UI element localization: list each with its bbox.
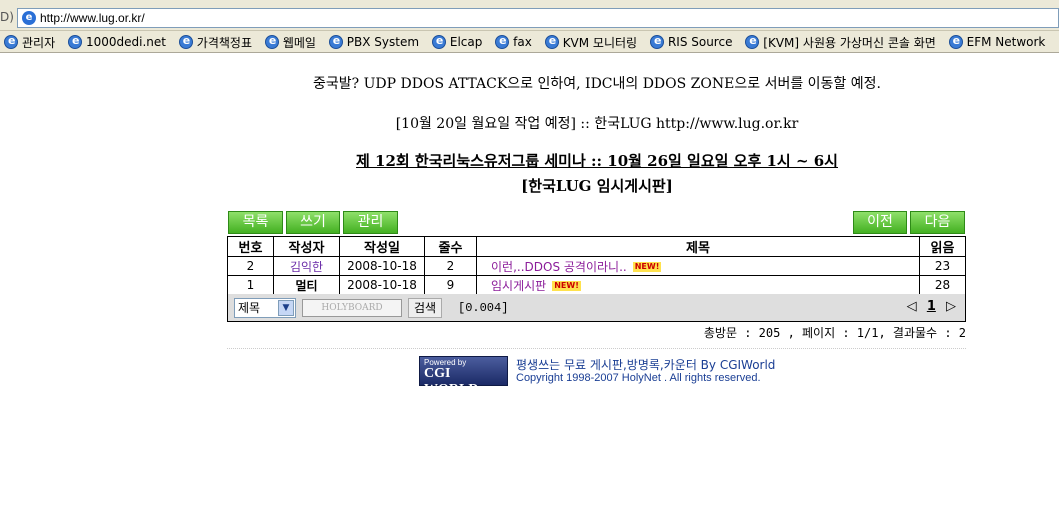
url-text: http://www.lug.or.kr/ [40,11,145,25]
link-item[interactable]: fax [491,31,537,52]
cell-replies: 9 [424,275,477,295]
pager-current-page[interactable]: 1 [927,299,936,314]
link-item[interactable]: Elcap [428,31,487,52]
header-date: 작성일 [339,236,425,257]
visit-stats: 총방문 : 205 , 페이지 : 1/1, 결과물수 : 2 [703,326,966,340]
address-label: D) [0,10,14,24]
table-header: 번호 작성자 작성일 줄수 제목 읽음 [227,236,966,257]
footer-promo-link[interactable]: 평생쓰는 무료 게시판,방명록,카운터 By CGIWorld [516,356,775,373]
writer-link[interactable]: 김익한 [290,260,323,274]
new-badge: NEW! [632,262,662,272]
new-badge: NEW! [552,281,581,291]
link-label: PBX System [346,35,420,49]
link-label: EFM Network [966,35,1046,49]
post-title-link[interactable]: 이런,..DDOS 공격이라니.. [491,260,627,274]
ie-link-icon [948,34,963,49]
link-item[interactable]: 관리자 [0,31,60,52]
header-no: 번호 [227,236,274,257]
link-label: 가격책정표 [196,35,252,50]
logo-brand-text: CGI WORLD [424,366,479,397]
ie-link-icon [649,34,664,49]
ie-link-icon [264,34,279,49]
link-item[interactable]: RIS Source [646,31,738,52]
link-label: fax [513,35,532,49]
url-input[interactable]: e http://www.lug.or.kr/ [17,8,1059,28]
admin-button[interactable]: 관리 [343,211,398,234]
ie-link-icon [4,34,18,49]
cell-title[interactable]: 임시게시판 NEW! [476,275,920,295]
pagination: ◁ 1 ▷ [904,299,959,314]
link-label: [KVM] 사원용 가상머신 콘솔 화면 [763,35,936,50]
post-title-link[interactable]: 임시게시판 [491,279,546,293]
cell-date: 2008-10-18 [339,256,425,276]
table-row: 1 멀티 2008-10-18 9 임시게시판 NEW! 28 [227,275,966,295]
search-field-select[interactable]: 제목 ▼ [234,298,296,318]
cell-no: 2 [227,256,274,276]
cgiworld-logo[interactable]: Powered by CGI WORLD [419,356,508,397]
write-button[interactable]: 쓰기 [286,211,340,234]
pager-next-icon[interactable]: ▷ [946,299,956,314]
pager-prev-icon[interactable]: ◁ [907,299,917,314]
ie-link-icon [328,34,343,49]
link-item[interactable]: 가격책정표 [175,31,257,52]
ie-page-icon: e [22,11,36,25]
link-label: 1000dedi.net [85,35,166,49]
list-button[interactable]: 목록 [228,211,283,234]
seminar-link[interactable]: 제 12회 한국리눅스유저그룹 세미나 :: 10월 26일 일요일 오후 1시… [228,150,966,171]
ie-link-icon [431,34,446,49]
cell-reads: 23 [919,256,966,276]
cell-date: 2008-10-18 [339,275,425,295]
link-item[interactable]: EFM Network [945,31,1051,52]
notice-schedule: [10월 20일 월요일 작업 예정] :: 한국LUG http://www.… [395,116,799,132]
link-label: RIS Source [667,35,733,49]
search-bar: 제목 ▼ HOLYBOARD 검색 [0.004] ◁ 1 ▷ [227,294,966,322]
notice-ddos: 중국발? UDP DDOS ATTACK으로 인하여, IDC내의 DDOS Z… [313,76,881,92]
cell-reads: 28 [919,275,966,295]
board-table: 번호 작성자 작성일 줄수 제목 읽음 2 김익한 2008-10-18 2 이… [227,236,966,295]
next-button[interactable]: 다음 [910,211,965,234]
cell-writer[interactable]: 멀티 [273,275,340,295]
board-title: [한국LUG 임시게시판] [521,177,673,195]
link-label: KVM 모니터링 [562,35,638,50]
cell-no: 1 [227,275,274,295]
ie-link-icon [745,34,760,49]
ie-link-icon [178,34,193,49]
ie-link-icon [544,34,559,49]
search-input[interactable]: HOLYBOARD [302,299,402,317]
link-label: 관리자 [22,35,56,50]
cell-writer[interactable]: 김익한 [273,256,340,276]
cell-title[interactable]: 이런,..DDOS 공격이라니.. NEW! [476,256,920,276]
divider [227,348,966,349]
link-item[interactable]: [KVM] 사원용 가상머신 콘솔 화면 [741,31,941,52]
search-input-brand: HOLYBOARD [321,303,383,313]
footer-copyright: Copyright 1998-2007 HolyNet . All rights… [516,372,761,384]
link-label: Elcap [449,35,483,49]
table-row: 2 김익한 2008-10-18 2 이런,..DDOS 공격이라니.. NEW!… [227,256,966,276]
ie-link-icon [67,34,82,49]
elapsed-time: [0.004] [458,301,509,315]
links-toolbar: 관리자 1000dedi.net 가격책정표 웹메일 PBX System El… [0,31,1059,53]
browser-address-bar: D) e http://www.lug.or.kr/ [0,0,1059,31]
ie-link-icon [495,34,510,49]
header-reads: 읽음 [919,236,966,257]
chevron-down-icon[interactable]: ▼ [278,300,294,316]
search-field-value: 제목 [238,301,261,315]
search-button[interactable]: 검색 [408,298,442,318]
header-title: 제목 [476,236,920,257]
header-writer: 작성자 [273,236,340,257]
link-item[interactable]: 웹메일 [261,31,321,52]
link-item[interactable]: PBX System [325,31,424,52]
header-replies: 줄수 [424,236,477,257]
cell-replies: 2 [424,256,477,276]
prev-button[interactable]: 이전 [853,211,907,234]
link-item[interactable]: 1000dedi.net [64,31,171,52]
link-item[interactable]: KVM 모니터링 [541,31,642,52]
link-label: 웹메일 [282,35,316,50]
writer-link[interactable]: 멀티 [295,279,317,293]
